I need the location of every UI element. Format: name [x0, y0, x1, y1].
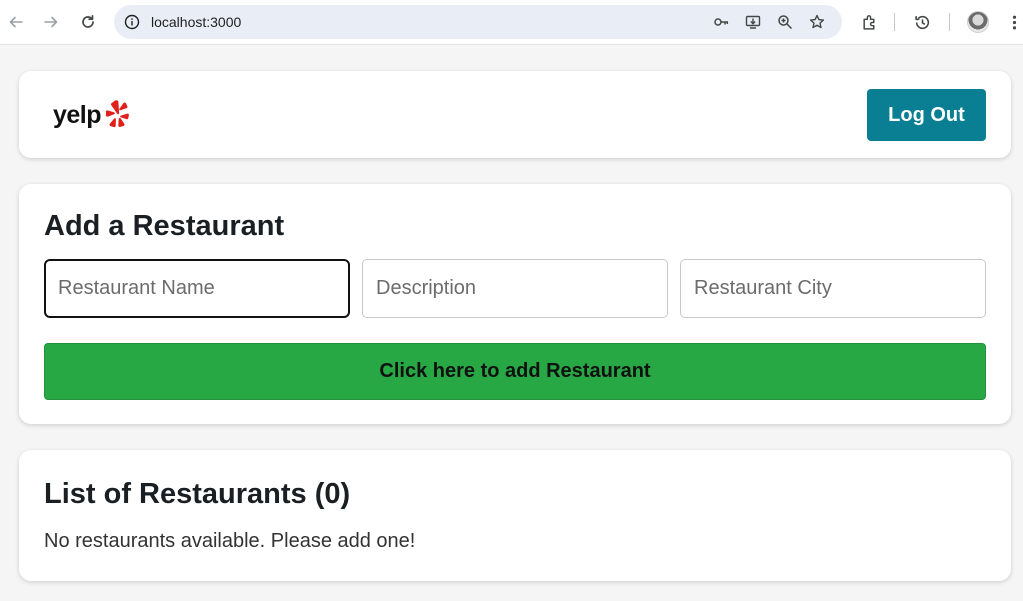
address-bar[interactable]: localhost:3000 — [114, 5, 842, 39]
toolbar-divider — [949, 13, 950, 31]
logo-text: yelp — [53, 100, 102, 129]
bookmark-star-icon[interactable] — [807, 12, 827, 32]
more-menu-icon[interactable] — [1003, 11, 1023, 33]
history-icon[interactable] — [911, 11, 933, 33]
profile-avatar[interactable] — [967, 11, 989, 33]
add-restaurant-title: Add a Restaurant — [44, 210, 285, 242]
add-restaurant-button[interactable]: Click here to add Restaurant — [44, 343, 986, 400]
header-card: yelp Log Out — [19, 71, 1011, 158]
add-restaurant-card: Add a Restaurant Click here to add Resta… — [19, 184, 1011, 424]
logout-button[interactable]: Log Out — [867, 89, 986, 141]
password-key-icon[interactable] — [711, 12, 731, 32]
back-arrow-icon[interactable] — [3, 9, 29, 35]
browser-toolbar: localhost:3000 — [0, 0, 1023, 45]
toolbar-divider — [894, 13, 895, 31]
restaurant-city-input[interactable] — [680, 259, 986, 318]
description-input[interactable] — [362, 259, 668, 318]
extensions-puzzle-icon[interactable] — [858, 11, 880, 33]
site-info-icon[interactable] — [123, 13, 141, 31]
yelp-logo: yelp — [53, 97, 130, 133]
restaurant-list-title: List of Restaurants (0) — [44, 478, 351, 510]
reload-icon[interactable] — [75, 9, 101, 35]
empty-list-message: No restaurants available. Please add one… — [44, 530, 416, 552]
zoom-icon[interactable] — [775, 12, 795, 32]
install-app-icon[interactable] — [743, 12, 763, 32]
forward-arrow-icon[interactable] — [38, 9, 64, 35]
yelp-burst-icon — [105, 100, 129, 128]
restaurant-list-card: List of Restaurants (0) No restaurants a… — [19, 450, 1011, 581]
url-text[interactable]: localhost:3000 — [151, 14, 241, 30]
restaurant-name-input[interactable] — [44, 259, 350, 318]
